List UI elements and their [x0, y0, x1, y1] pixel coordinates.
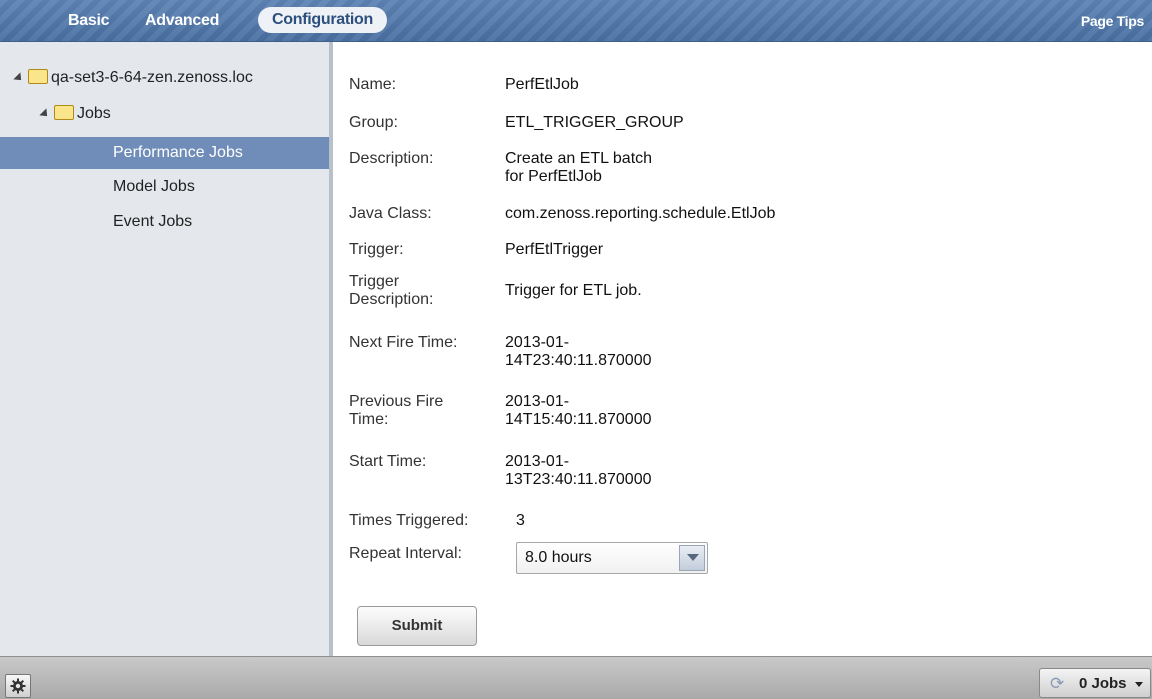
- start-time-label: Start Time:: [349, 453, 427, 470]
- trigger-description-value: Trigger for ETL job.: [505, 282, 642, 299]
- group-label: Group:: [349, 114, 398, 131]
- next-fire-time-value-line1: 2013-01-: [505, 334, 570, 351]
- next-fire-time-value-line2: 14T23:40:11.870000: [505, 352, 652, 369]
- java-class-label: Java Class:: [349, 205, 432, 222]
- repeat-interval-value: 8.0 hours: [525, 549, 592, 566]
- expand-arrow-icon[interactable]: [39, 108, 51, 120]
- tree-root-label: qa-set3-6-64-zen.zenoss.loc: [51, 69, 253, 86]
- gear-icon: [10, 678, 26, 694]
- times-triggered-value: 3: [516, 512, 525, 529]
- repeat-interval-label: Repeat Interval:: [349, 545, 462, 562]
- job-config-form: Name: PerfEtlJob Group: ETL_TRIGGER_GROU…: [333, 42, 1152, 656]
- tree-jobs-label: Jobs: [77, 105, 111, 122]
- dropdown-trigger[interactable]: [679, 545, 705, 571]
- start-time-value-line1: 2013-01-: [505, 453, 570, 470]
- expand-arrow-icon[interactable]: [13, 72, 25, 84]
- refresh-icon: ⟳: [1050, 674, 1065, 693]
- trigger-description-label-line2: Description:: [349, 291, 434, 308]
- repeat-interval-select[interactable]: 8.0 hours: [516, 542, 708, 574]
- tree-jobs-node[interactable]: Jobs: [39, 100, 111, 128]
- times-triggered-label: Times Triggered:: [349, 512, 469, 529]
- folder-icon: [28, 69, 48, 85]
- description-label: Description:: [349, 150, 434, 167]
- tab-advanced[interactable]: Advanced: [135, 9, 229, 33]
- submit-button[interactable]: Submit: [357, 606, 477, 646]
- caret-down-icon: [1135, 682, 1143, 687]
- previous-fire-time-label-line2: Time:: [349, 411, 389, 428]
- description-value-line1: Create an ETL batch: [505, 150, 653, 167]
- jobs-count-label: 0 Jobs: [1079, 675, 1127, 692]
- chevron-down-icon: [687, 554, 699, 561]
- tree-item-event-jobs[interactable]: Event Jobs: [0, 208, 329, 236]
- sidebar-tree: qa-set3-6-64-zen.zenoss.loc Jobs Perform…: [0, 42, 333, 656]
- previous-fire-time-value-line2: 14T15:40:11.870000: [505, 411, 652, 428]
- trigger-description-label-line1: Trigger: [349, 273, 400, 290]
- next-fire-time-label: Next Fire Time:: [349, 334, 458, 351]
- name-value: PerfEtlJob: [505, 76, 579, 93]
- trigger-value: PerfEtlTrigger: [505, 241, 604, 258]
- tree-item-model-jobs[interactable]: Model Jobs: [0, 173, 329, 201]
- jobs-menu-button[interactable]: ⟳ 0 Jobs: [1039, 668, 1151, 698]
- tree-root-node[interactable]: qa-set3-6-64-zen.zenoss.loc: [13, 64, 253, 92]
- description-value-line2: for PerfEtlJob: [505, 168, 602, 185]
- previous-fire-time-label-line1: Previous Fire: [349, 393, 444, 410]
- bottom-status-bar: ⟳ 0 Jobs: [0, 656, 1152, 699]
- group-value: ETL_TRIGGER_GROUP: [505, 114, 684, 131]
- tab-configuration[interactable]: Configuration: [258, 7, 387, 33]
- settings-button[interactable]: [5, 674, 31, 698]
- name-label: Name:: [349, 76, 397, 93]
- tree-item-performance-jobs[interactable]: Performance Jobs: [0, 137, 329, 169]
- folder-icon: [54, 105, 74, 121]
- previous-fire-time-value-line1: 2013-01-: [505, 393, 570, 410]
- java-class-value: com.zenoss.reporting.schedule.EtlJob: [505, 205, 776, 222]
- top-nav-bar: Basic Advanced Configuration Page Tips: [0, 0, 1152, 42]
- page-tips-link[interactable]: Page Tips: [1081, 13, 1144, 29]
- trigger-label: Trigger:: [349, 241, 404, 258]
- tab-basic[interactable]: Basic: [58, 9, 119, 33]
- start-time-value-line2: 13T23:40:11.870000: [505, 471, 652, 488]
